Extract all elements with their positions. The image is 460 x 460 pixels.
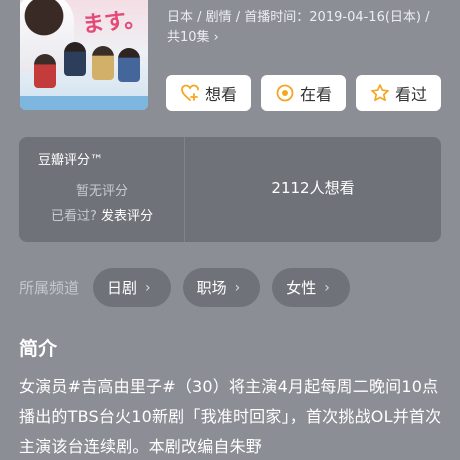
channel-tag-workplace[interactable]: 职场 › <box>182 268 261 307</box>
watching-button[interactable]: 在看 <box>261 75 346 111</box>
watching-icon <box>276 84 294 102</box>
poster-title-lettering: ます。 <box>81 6 148 39</box>
channel-label: 所属频道 <box>19 279 80 297</box>
drama-meta: 日本 / 剧情 / 首播时间：2019-04-16(日本) / 共10集 › <box>167 8 452 48</box>
channel-tag-japanese-drama[interactable]: 日剧 › <box>93 268 171 307</box>
rating-card: 豆瓣评分™ 暂无评分 已看过? 发表评分 2112人想看 <box>19 137 441 242</box>
watched-label: 看过 <box>394 85 427 104</box>
chevron-right-icon: › <box>234 279 241 296</box>
chevron-right-icon: › <box>213 30 219 45</box>
want-count: 2112人想看 <box>271 179 355 197</box>
poster-figure <box>92 46 114 80</box>
rate-link[interactable]: 发表评分 <box>101 209 153 224</box>
chevron-right-icon: › <box>145 279 151 296</box>
seen-question: 已看过? <box>50 209 97 224</box>
episodes-link[interactable]: 共10集 › <box>167 28 452 48</box>
channel-tag-women[interactable]: 女性 › <box>272 268 350 307</box>
action-buttons: 想看 在看 看过 <box>166 75 441 111</box>
channel-row: 所属频道 日剧 › 职场 › 女性 › <box>19 268 362 307</box>
meta-line-1: 日本 / 剧情 / 首播时间：2019-04-16(日本) / <box>167 10 430 25</box>
intro-body[interactable]: 女演员#吉高由里子#（30）将主演4月起每周二晚间10点播出的TBS台火10新剧… <box>19 372 444 460</box>
episode-count: 共10集 <box>167 30 210 45</box>
poster-figure <box>64 42 86 76</box>
chevron-right-icon: › <box>324 279 330 296</box>
star-icon <box>371 84 389 102</box>
watching-label: 在看 <box>299 85 332 104</box>
want-icon <box>181 84 199 101</box>
channel-tag-label: 日剧 <box>107 279 138 297</box>
want-to-watch-button[interactable]: 想看 <box>166 75 251 111</box>
no-score-text: 暂无评分 <box>75 184 128 199</box>
douban-rating-brand: 豆瓣评分™ <box>38 153 104 168</box>
poster-figure <box>118 48 140 82</box>
intro-title: 简介 <box>19 338 58 360</box>
poster-bottom-strip <box>20 96 148 110</box>
poster-figure <box>34 54 56 88</box>
channel-tag-label: 职场 <box>196 279 227 297</box>
want-label: 想看 <box>204 85 237 104</box>
channel-tag-label: 女性 <box>286 279 317 297</box>
drama-poster[interactable]: ます。 <box>20 0 148 110</box>
watched-button[interactable]: 看过 <box>356 75 441 111</box>
seen-rate-line: 已看过? 发表评分 <box>19 205 185 224</box>
rating-score-panel: 豆瓣评分™ 暂无评分 已看过? 发表评分 <box>19 137 185 242</box>
